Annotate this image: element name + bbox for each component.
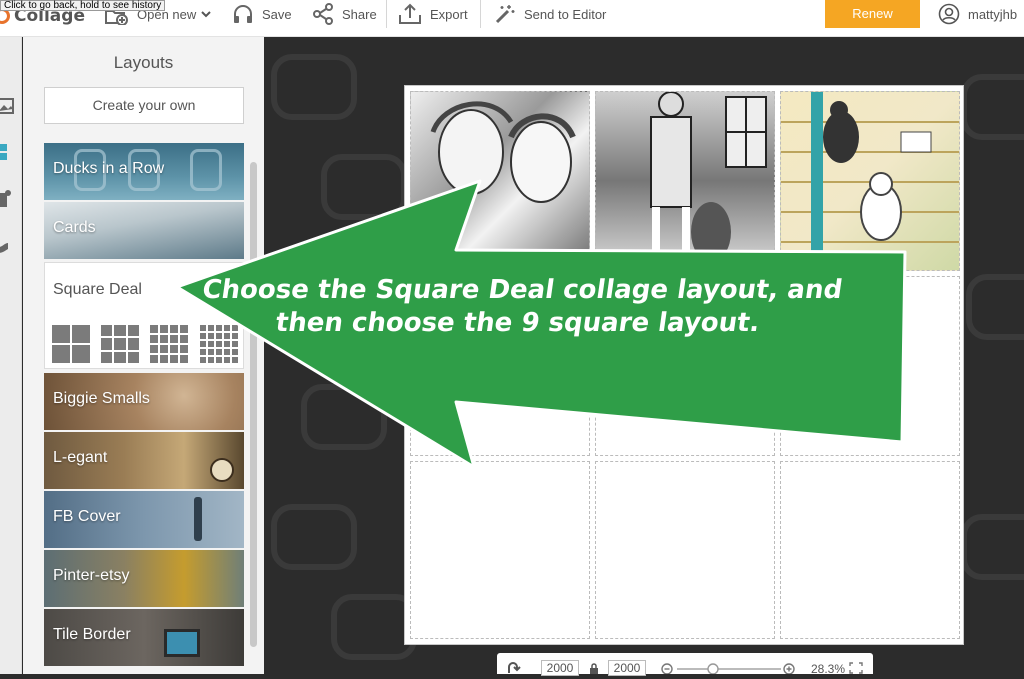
rotate-icon[interactable] — [507, 661, 521, 674]
back-tooltip: Click to go back, hold to see history — [0, 0, 166, 11]
annotation-text: Choose the Square Deal collage layout, a… — [195, 274, 844, 340]
zoom-slider[interactable] — [661, 663, 801, 674]
annotation-line-1: Choose the Square Deal collage layout, a… — [200, 275, 845, 305]
fullscreen-icon[interactable] — [849, 662, 863, 674]
annotation-line-2: then choose the 9 square layout. — [273, 308, 762, 338]
lock-icon[interactable] — [589, 663, 599, 674]
canvas-size-bar: 2000 2000 28.3% — [497, 653, 873, 676]
